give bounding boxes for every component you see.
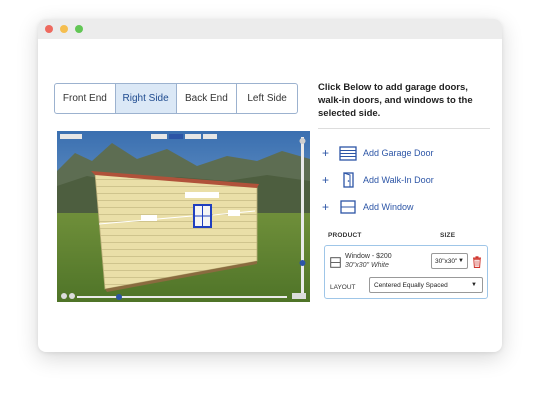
tab-back-end[interactable]: Back End <box>177 84 238 113</box>
app-window: Front End Right Side Back End Left Side <box>38 19 502 352</box>
layout-select[interactable]: Centered Equally Spaced ▼ <box>369 277 483 293</box>
maximize-dot[interactable] <box>75 25 83 33</box>
tab-front-end[interactable]: Front End <box>55 84 116 113</box>
plus-icon: + <box>322 200 330 214</box>
product-detail: 30"x30" White <box>345 262 389 269</box>
column-size: SIZE <box>440 232 456 239</box>
layout-value: Centered Equally Spaced <box>374 281 448 289</box>
instructions-text: Click Below to add garage doors, walk-in… <box>318 82 473 119</box>
add-walk-in-door-label: Add Walk-In Door <box>363 175 434 185</box>
add-walk-in-door-button[interactable]: + Add Walk-In Door <box>322 172 434 188</box>
garage-door-icon <box>338 145 358 161</box>
size-select[interactable]: 30"x30" ▼ <box>431 253 468 269</box>
side-tabs: Front End Right Side Back End Left Side <box>54 83 298 114</box>
window-icon <box>338 199 358 215</box>
close-dot[interactable] <box>45 25 53 33</box>
add-garage-door-label: Add Garage Door <box>363 148 434 158</box>
divider <box>318 128 490 129</box>
layout-label: LAYOUT <box>330 284 356 291</box>
walk-in-door-icon <box>338 172 358 188</box>
tab-left-side[interactable]: Left Side <box>237 84 297 113</box>
add-window-button[interactable]: + Add Window <box>322 199 414 215</box>
size-value: 30"x30" <box>435 257 458 265</box>
chevron-down-icon: ▼ <box>471 282 477 288</box>
add-garage-door-button[interactable]: + Add Garage Door <box>322 145 434 161</box>
plus-icon: + <box>322 173 330 187</box>
window-icon <box>330 255 341 268</box>
plus-icon: + <box>322 146 330 160</box>
minimize-dot[interactable] <box>60 25 68 33</box>
trash-icon[interactable] <box>472 255 482 268</box>
3d-viewer[interactable] <box>57 131 310 302</box>
column-product: PRODUCT <box>328 232 362 239</box>
add-window-label: Add Window <box>363 202 414 212</box>
product-row: Window - $200 30"x30" White 30"x30" ▼ LA… <box>324 245 488 299</box>
product-table-header: PRODUCT SIZE <box>324 230 488 242</box>
window-titlebar <box>38 19 502 39</box>
product-name: Window - $200 <box>345 253 392 260</box>
chevron-down-icon: ▼ <box>458 258 464 264</box>
tab-right-side[interactable]: Right Side <box>115 84 177 113</box>
3d-scene[interactable] <box>57 131 310 302</box>
